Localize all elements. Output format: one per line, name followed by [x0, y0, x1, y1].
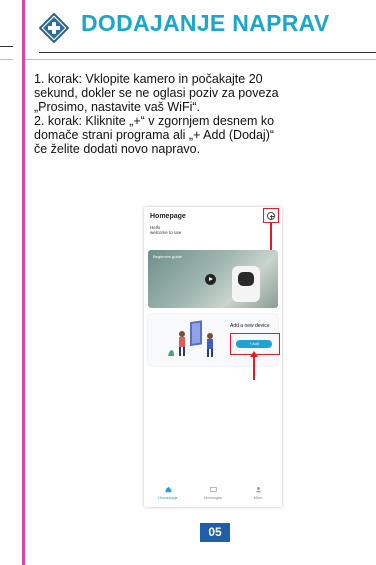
instruction-line: „Prosimo, nastavite vaš WiFi“. [34, 100, 201, 114]
user-icon [255, 487, 261, 493]
nav-label: Mine [253, 495, 263, 500]
welcome-text: Hello welcome to use [150, 225, 181, 235]
nav-label: Homepage [158, 495, 178, 500]
page-number-badge: 05 [200, 523, 230, 542]
plus-diamond-icon [39, 13, 69, 43]
pointer-arrow [253, 354, 255, 380]
nav-item-messages[interactable]: Messages [193, 486, 233, 500]
instruction-line: 1. korak: Vklopite kamero in počakajte 2… [34, 72, 263, 86]
instruction-line: sekund, dokler se ne oglasi poziv za pov… [34, 86, 279, 100]
bottom-navigation: Homepage Messages Mine [144, 483, 282, 507]
instruction-line: 2. korak: Kliknite „+“ v zgornjem desnem… [34, 114, 275, 128]
phone-screenshot: Homepage Hello welcome to use Beginners … [144, 207, 282, 507]
nav-item-mine[interactable]: Mine [238, 486, 278, 500]
welcome-line: welcome to use [150, 230, 182, 235]
instruction-line: če želite dodati novo napravo. [34, 142, 201, 156]
nav-item-homepage[interactable]: Homepage [148, 486, 188, 500]
app-page-title: Homepage [150, 213, 186, 220]
left-margin-strip [0, 0, 13, 565]
page-border [22, 0, 25, 565]
people-illustration-icon [168, 320, 213, 357]
instructions-text: 1. korak: Vklopite kamero in počakajte 2… [34, 72, 376, 156]
arrow-head-icon [249, 351, 258, 357]
instruction-line: domače strani programa ali „+ Add (Dodaj… [34, 128, 275, 142]
add-device-card: Add a new device + Add [148, 314, 280, 380]
beginners-guide-banner[interactable]: Beginners guide [148, 250, 278, 308]
divider-line [0, 46, 13, 47]
section-title: DODAJANJE NAPRAV [81, 10, 330, 36]
play-icon[interactable] [205, 274, 216, 285]
nav-label: Messages [203, 495, 223, 500]
home-icon [165, 486, 171, 493]
header-gray-line [25, 59, 376, 60]
camera-lens [238, 272, 254, 286]
section-header: DODAJANJE NAPRAV [25, 0, 376, 66]
header-underline [39, 52, 376, 53]
banner-label: Beginners guide [153, 254, 182, 259]
message-icon [209, 487, 217, 492]
highlight-box [263, 208, 279, 223]
divider-line [0, 59, 13, 60]
add-device-label: Add a new device [230, 323, 270, 329]
